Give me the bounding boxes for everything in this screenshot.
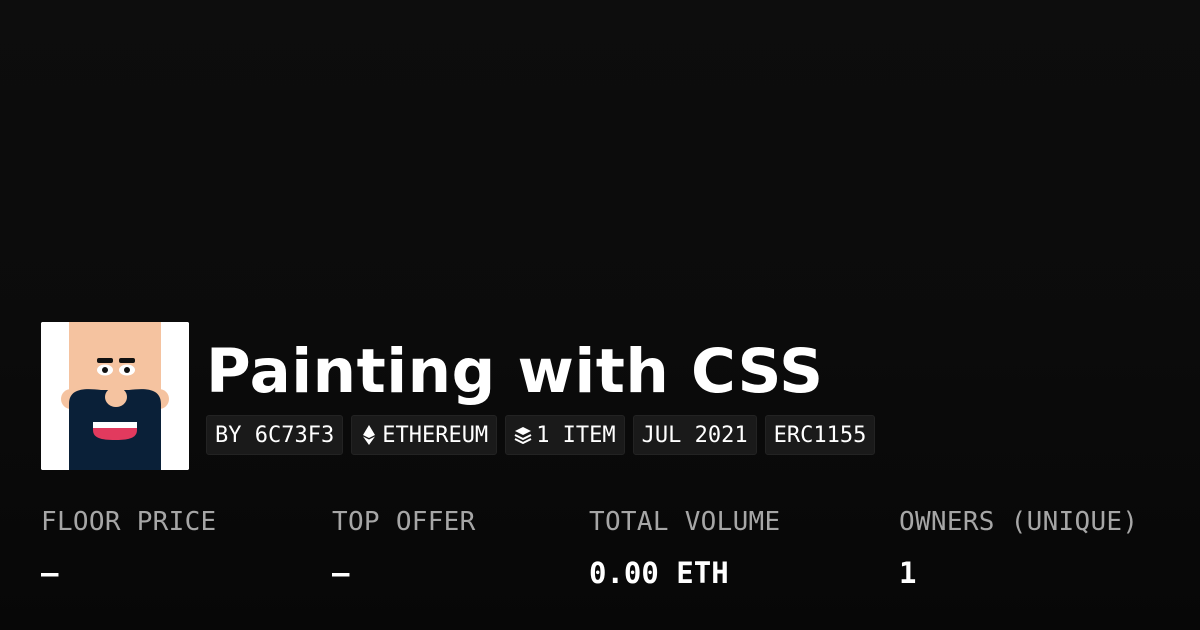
item-count-badge: 1 ITEM [505,415,625,455]
collection-card: Painting with CSS BY 6C73F3 ETHEREUM 1 I… [0,0,1200,630]
floor-price-stat: FLOOR PRICE – [41,506,217,590]
total-volume-stat: TOTAL VOLUME 0.00 ETH [589,506,780,590]
top-offer-stat: TOP OFFER – [332,506,476,590]
collection-avatar [41,322,189,470]
bald-bearded-man-icon [41,322,189,470]
collection-title: Painting with CSS [206,336,824,407]
collection-badges: BY 6C73F3 ETHEREUM 1 ITEM JUL 2021 ERC11… [206,415,876,455]
top-offer-label: TOP OFFER [332,507,476,537]
floor-price-label: FLOOR PRICE [41,507,217,537]
total-volume-label: TOTAL VOLUME [589,507,781,537]
chain-label: ETHEREUM [382,422,489,448]
top-offer-value: – [332,556,350,590]
item-count-label: 1 ITEM [536,422,616,448]
token-standard-label: ERC1155 [773,422,867,448]
owners-stat: OWNERS (UNIQUE) 1 [899,506,1138,590]
owners-value: 1 [899,556,917,590]
chain-badge: ETHEREUM [351,415,498,455]
floor-price-value: – [41,556,59,590]
owners-label: OWNERS (UNIQUE) [899,507,1139,537]
created-date-badge: JUL 2021 [632,415,757,455]
creator-badge[interactable]: BY 6C73F3 [206,415,344,455]
created-date-label: JUL 2021 [641,422,748,448]
token-standard-badge: ERC1155 [764,415,876,455]
layers-icon [514,424,532,446]
ethereum-icon [360,424,378,446]
total-volume-value: 0.00 ETH [589,556,729,590]
creator-label: BY 6C73F3 [215,422,335,448]
